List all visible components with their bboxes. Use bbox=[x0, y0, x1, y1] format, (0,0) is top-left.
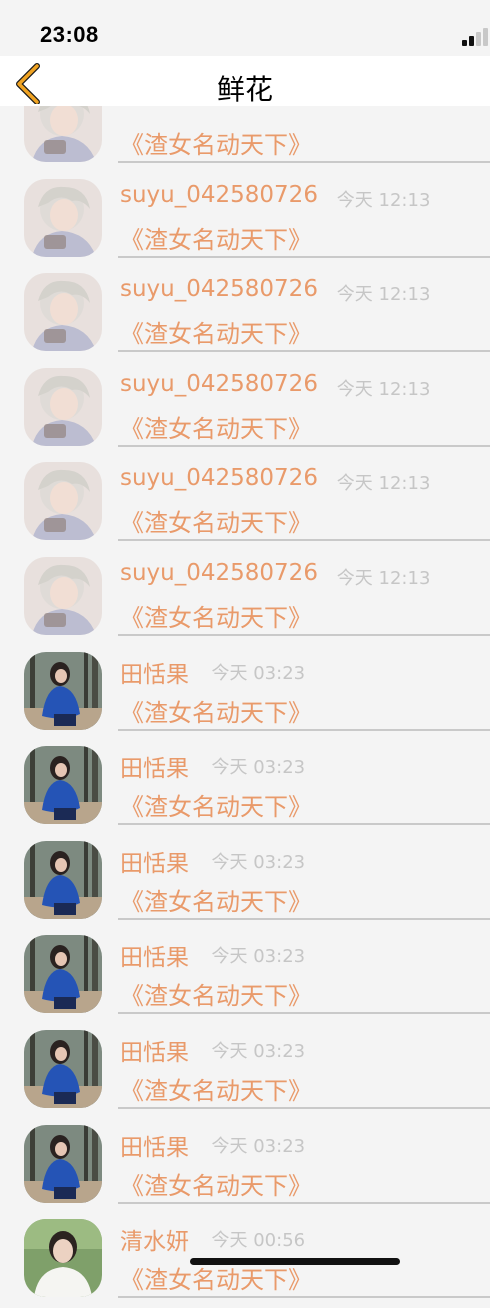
divider bbox=[118, 634, 490, 636]
avatar bbox=[24, 935, 102, 1014]
avatar-girl-blue-jacket bbox=[24, 840, 102, 919]
list-item[interactable]: suyu_042580726 今天 12:13 《渣女名动天下》 bbox=[0, 267, 490, 362]
timestamp: 今天 03:23 bbox=[211, 1135, 306, 1157]
list-item[interactable]: 田恬果 今天 03:23 《渣女名动天下》 bbox=[0, 835, 490, 930]
divider bbox=[118, 917, 490, 920]
message-text: 《渣女名动天下》 bbox=[120, 1077, 312, 1105]
avatar bbox=[24, 557, 102, 635]
sender-name: 田恬果 bbox=[120, 850, 189, 877]
status-bar: 23:08 bbox=[0, 0, 490, 56]
sender-name: suyu_042580726 bbox=[120, 560, 318, 586]
sender-name: 田恬果 bbox=[120, 661, 189, 688]
back-button[interactable] bbox=[10, 60, 50, 105]
message-text: 《渣女名动天下》 bbox=[120, 1171, 312, 1200]
list-item[interactable]: suyu_042580726 今天 12:13 《渣女名动天下》 bbox=[0, 362, 490, 457]
avatar bbox=[24, 367, 102, 446]
list-item[interactable]: 田恬果 今天 03:23 《渣女名动天下》 bbox=[0, 740, 490, 835]
list-item[interactable]: suyu_042580726 今天 12:13 《渣女名动天下》 bbox=[0, 551, 490, 646]
avatar bbox=[24, 746, 102, 825]
divider bbox=[118, 1296, 490, 1299]
avatar bbox=[24, 1219, 102, 1298]
avatar-girl-blue-jacket bbox=[24, 746, 102, 825]
divider bbox=[118, 1107, 490, 1109]
list-item[interactable]: suyu_042580726 今天 12:13 《渣女名动天下》 bbox=[0, 173, 490, 268]
sender-name: suyu_042580726 bbox=[120, 181, 318, 208]
sender-name: suyu_042580726 bbox=[120, 276, 318, 303]
avatar-illustrated-boy bbox=[24, 557, 102, 635]
list-item[interactable]: suyu_042580726 今天 12:13 《渣女名动天下》 bbox=[0, 456, 490, 551]
timestamp: 今天 03:23 bbox=[211, 1041, 306, 1062]
home-indicator bbox=[190, 1258, 400, 1265]
message-text: 《渣女名动天下》 bbox=[120, 131, 312, 159]
page-title: 鲜花 bbox=[216, 73, 273, 106]
status-time: 23:08 bbox=[40, 22, 99, 47]
divider bbox=[118, 444, 490, 447]
divider bbox=[118, 823, 490, 826]
avatar bbox=[24, 840, 102, 919]
nav-bar: 鲜花 bbox=[0, 56, 490, 106]
message-text: 《渣女名动天下》 bbox=[120, 604, 312, 632]
chevron-left-icon bbox=[16, 63, 40, 105]
timestamp: 今天 00:56 bbox=[211, 1230, 306, 1252]
divider bbox=[118, 255, 490, 258]
message-text: 《渣女名动天下》 bbox=[120, 698, 312, 727]
timestamp: 今天 12:13 bbox=[336, 284, 431, 306]
signal-strength-icon bbox=[462, 26, 490, 46]
divider bbox=[118, 728, 490, 731]
message-text: 《渣女名动天下》 bbox=[120, 414, 312, 443]
timestamp: 今天 12:13 bbox=[336, 378, 431, 400]
divider bbox=[118, 161, 490, 163]
avatar-girl-blue-jacket bbox=[24, 935, 102, 1014]
sender-name: 田恬果 bbox=[120, 945, 189, 972]
sender-name: 田恬果 bbox=[120, 756, 189, 783]
avatar bbox=[24, 462, 102, 541]
message-text: 《渣女名动天下》 bbox=[120, 509, 312, 538]
timestamp: 今天 12:13 bbox=[336, 568, 431, 589]
timestamp: 今天 03:23 bbox=[211, 757, 306, 779]
sender-name: 田恬果 bbox=[120, 1040, 189, 1066]
message-text: 《渣女名动天下》 bbox=[120, 887, 312, 916]
message-text: 《渣女名动天下》 bbox=[120, 1266, 312, 1295]
list-item[interactable]: 田恬果 今天 03:23 《渣女名动天下》 bbox=[0, 1119, 490, 1214]
list-item[interactable]: 田恬果 今天 03:23 《渣女名动天下》 bbox=[0, 1024, 490, 1119]
avatar-illustrated-boy bbox=[24, 462, 102, 541]
divider bbox=[118, 1201, 490, 1204]
avatar-man-white-shirt bbox=[24, 1219, 102, 1298]
message-text: 《渣女名动天下》 bbox=[120, 982, 312, 1011]
avatar bbox=[24, 178, 102, 257]
avatar-girl-blue-jacket bbox=[24, 651, 102, 730]
avatar-illustrated-boy bbox=[24, 273, 102, 352]
avatar-girl-blue-jacket bbox=[24, 1030, 102, 1108]
timestamp: 今天 03:23 bbox=[211, 662, 306, 684]
avatar bbox=[24, 273, 102, 352]
timestamp: 今天 03:23 bbox=[211, 851, 306, 873]
sender-name: suyu_042580726 bbox=[120, 370, 318, 397]
timestamp: 今天 03:23 bbox=[211, 946, 306, 968]
message-text: 《渣女名动天下》 bbox=[120, 225, 312, 254]
timestamp: 今天 12:13 bbox=[336, 189, 431, 211]
sender-name: suyu_042580726 bbox=[120, 465, 318, 492]
sender-name: 清水妍 bbox=[120, 1229, 189, 1256]
avatar bbox=[24, 1030, 102, 1108]
avatar-girl-blue-jacket bbox=[24, 1124, 102, 1203]
avatar bbox=[24, 651, 102, 730]
avatar-illustrated-boy bbox=[24, 367, 102, 446]
message-text: 《渣女名动天下》 bbox=[120, 793, 312, 822]
sender-name: 田恬果 bbox=[120, 1134, 189, 1161]
avatar-illustrated-boy bbox=[24, 178, 102, 257]
avatar bbox=[24, 1124, 102, 1203]
divider bbox=[118, 1012, 490, 1015]
message-text: 《渣女名动天下》 bbox=[120, 320, 312, 349]
list-item[interactable]: 田恬果 今天 03:23 《渣女名动天下》 bbox=[0, 929, 490, 1024]
timestamp: 今天 12:13 bbox=[336, 473, 431, 495]
divider bbox=[118, 350, 490, 353]
divider bbox=[118, 539, 490, 542]
list-item[interactable]: 田恬果 今天 03:23 《渣女名动天下》 bbox=[0, 646, 490, 741]
